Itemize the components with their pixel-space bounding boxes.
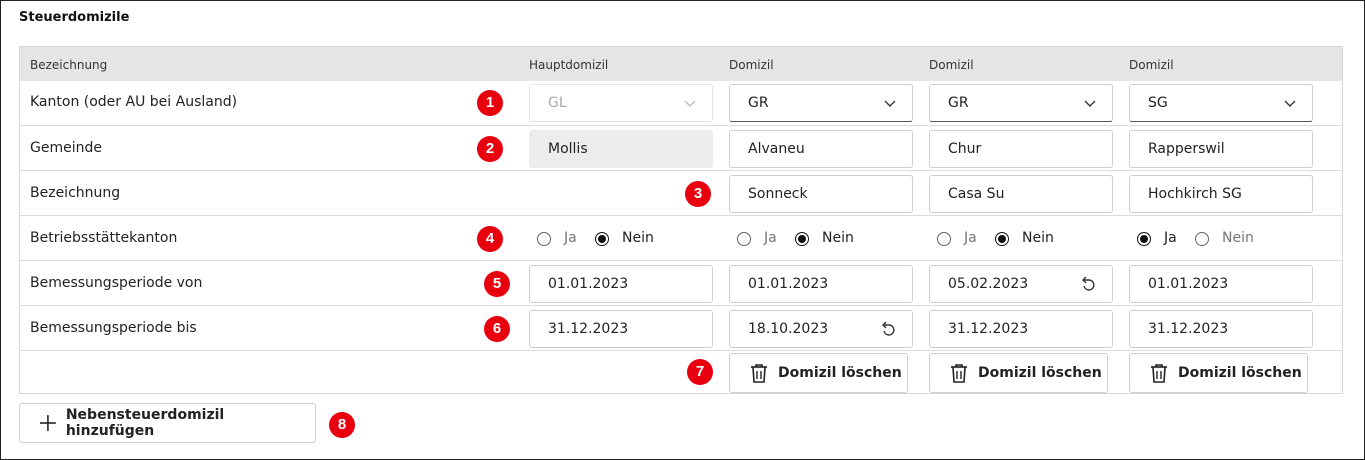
header-hauptdomizil: Hauptdomizil [529, 58, 609, 72]
trash-icon [951, 364, 967, 383]
delete-domizil-2-button[interactable]: Domizil löschen [929, 353, 1108, 393]
gemeinde-field-domizil-2[interactable]: Chur [929, 130, 1113, 168]
row-label-betriebsstaette: Betriebsstättekanton [30, 230, 178, 246]
domicile-table: Bezeichnung Hauptdomizil Domizil Domizil… [19, 46, 1343, 394]
periode-bis-value-domizil-1: 18.10.2023 [748, 321, 829, 337]
badge-1: 1 [477, 90, 503, 116]
badge-4: 4 [477, 226, 503, 252]
plus-icon [40, 415, 56, 431]
row-divider [20, 260, 1342, 261]
trash-icon [1151, 364, 1167, 383]
header-domizil-2: Domizil [929, 58, 974, 72]
periode-von-field-hauptdomizil[interactable]: 01.01.2023 [529, 265, 713, 303]
row-divider [20, 215, 1342, 216]
bezeichnung-field-domizil-1[interactable]: Sonneck [729, 175, 913, 213]
radio-nein-label: Nein [622, 230, 654, 246]
delete-button-label: Domizil löschen [1178, 365, 1302, 381]
gemeinde-field-hauptdomizil: Mollis [529, 130, 713, 168]
header-domizil-3: Domizil [1129, 58, 1174, 72]
undo-icon[interactable] [1078, 275, 1098, 295]
delete-domizil-1-button[interactable]: Domizil löschen [729, 353, 908, 393]
badge-6: 6 [484, 316, 510, 342]
delete-button-label: Domizil löschen [778, 365, 902, 381]
table-header: Bezeichnung Hauptdomizil Domizil Domizil… [20, 47, 1342, 81]
delete-domizil-3-button[interactable]: Domizil löschen [1129, 353, 1308, 393]
kanton-value-domizil-2: GR [948, 95, 969, 111]
kanton-select-domizil-2[interactable]: GR [929, 84, 1113, 122]
radio-nein[interactable] [1195, 232, 1209, 246]
chevron-down-icon [684, 100, 696, 107]
kanton-select-domizil-1[interactable]: GR [729, 84, 913, 122]
row-divider [20, 305, 1342, 306]
periode-von-field-domizil-2[interactable]: 05.02.2023 [929, 265, 1113, 303]
row-label-bezeichnung: Bezeichnung [30, 185, 121, 201]
header-bezeichnung: Bezeichnung [30, 58, 108, 72]
row-divider [20, 125, 1342, 126]
badge-8: 8 [329, 412, 355, 438]
radio-ja[interactable] [537, 232, 551, 246]
undo-icon[interactable] [878, 320, 898, 340]
radio-nein[interactable] [995, 232, 1009, 246]
periode-von-value-domizil-2: 05.02.2023 [948, 276, 1029, 292]
radio-ja-label: Ja [764, 230, 777, 246]
row-label-periode-bis: Bemessungsperiode bis [30, 320, 197, 336]
row-label-periode-von: Bemessungsperiode von [30, 275, 203, 291]
radio-nein-label: Nein [1022, 230, 1054, 246]
betriebsstaette-radio-domizil-2: Ja Nein [937, 230, 1097, 252]
bezeichnung-field-domizil-3[interactable]: Hochkirch SG [1129, 175, 1313, 213]
kanton-select-domizil-3[interactable]: SG [1129, 84, 1313, 122]
periode-von-field-domizil-3[interactable]: 01.01.2023 [1129, 265, 1313, 303]
periode-bis-field-domizil-3[interactable]: 31.12.2023 [1129, 310, 1313, 348]
gemeinde-field-domizil-1[interactable]: Alvaneu [729, 130, 913, 168]
periode-bis-field-hauptdomizil[interactable]: 31.12.2023 [529, 310, 713, 348]
radio-nein-label: Nein [822, 230, 854, 246]
radio-ja-label: Ja [1164, 230, 1177, 246]
periode-von-field-domizil-1[interactable]: 01.01.2023 [729, 265, 913, 303]
chevron-down-icon [884, 100, 896, 107]
chevron-down-icon [1284, 100, 1296, 107]
periode-bis-field-domizil-1[interactable]: 18.10.2023 [729, 310, 913, 348]
radio-ja[interactable] [937, 232, 951, 246]
radio-nein-label: Nein [1222, 230, 1254, 246]
chevron-down-icon [1084, 100, 1096, 107]
periode-bis-field-domizil-2[interactable]: 31.12.2023 [929, 310, 1113, 348]
radio-ja-label: Ja [564, 230, 577, 246]
kanton-value-domizil-1: GR [748, 95, 769, 111]
row-divider [20, 350, 1342, 351]
kanton-value-domizil-3: SG [1148, 95, 1168, 111]
add-nebensteuerdomizil-button[interactable]: Nebensteuerdomizil hinzufügen [19, 403, 316, 443]
add-button-label: Nebensteuerdomizil hinzufügen [65, 407, 225, 439]
delete-button-label: Domizil löschen [978, 365, 1102, 381]
radio-ja[interactable] [1137, 232, 1151, 246]
row-label-kanton: Kanton (oder AU bei Ausland) [30, 94, 238, 110]
kanton-select-hauptdomizil[interactable]: GL [529, 84, 713, 122]
section-title: Steuerdomizile [19, 10, 130, 25]
betriebsstaette-radio-domizil-1: Ja Nein [737, 230, 897, 252]
badge-2: 2 [477, 136, 503, 162]
radio-ja-label: Ja [964, 230, 977, 246]
badge-5: 5 [484, 271, 510, 297]
trash-icon [751, 364, 767, 383]
radio-nein[interactable] [795, 232, 809, 246]
badge-7: 7 [687, 359, 713, 385]
header-domizil-1: Domizil [729, 58, 774, 72]
radio-nein[interactable] [595, 232, 609, 246]
badge-3: 3 [685, 181, 711, 207]
row-label-gemeinde: Gemeinde [30, 140, 102, 156]
betriebsstaette-radio-domizil-3: Ja Nein [1137, 230, 1297, 252]
radio-ja[interactable] [737, 232, 751, 246]
betriebsstaette-radio-hauptdomizil: Ja Nein [537, 230, 697, 252]
bezeichnung-field-domizil-2[interactable]: Casa Su [929, 175, 1113, 213]
gemeinde-field-domizil-3[interactable]: Rapperswil [1129, 130, 1313, 168]
kanton-value-hauptdomizil: GL [548, 95, 567, 111]
row-divider [20, 170, 1342, 171]
